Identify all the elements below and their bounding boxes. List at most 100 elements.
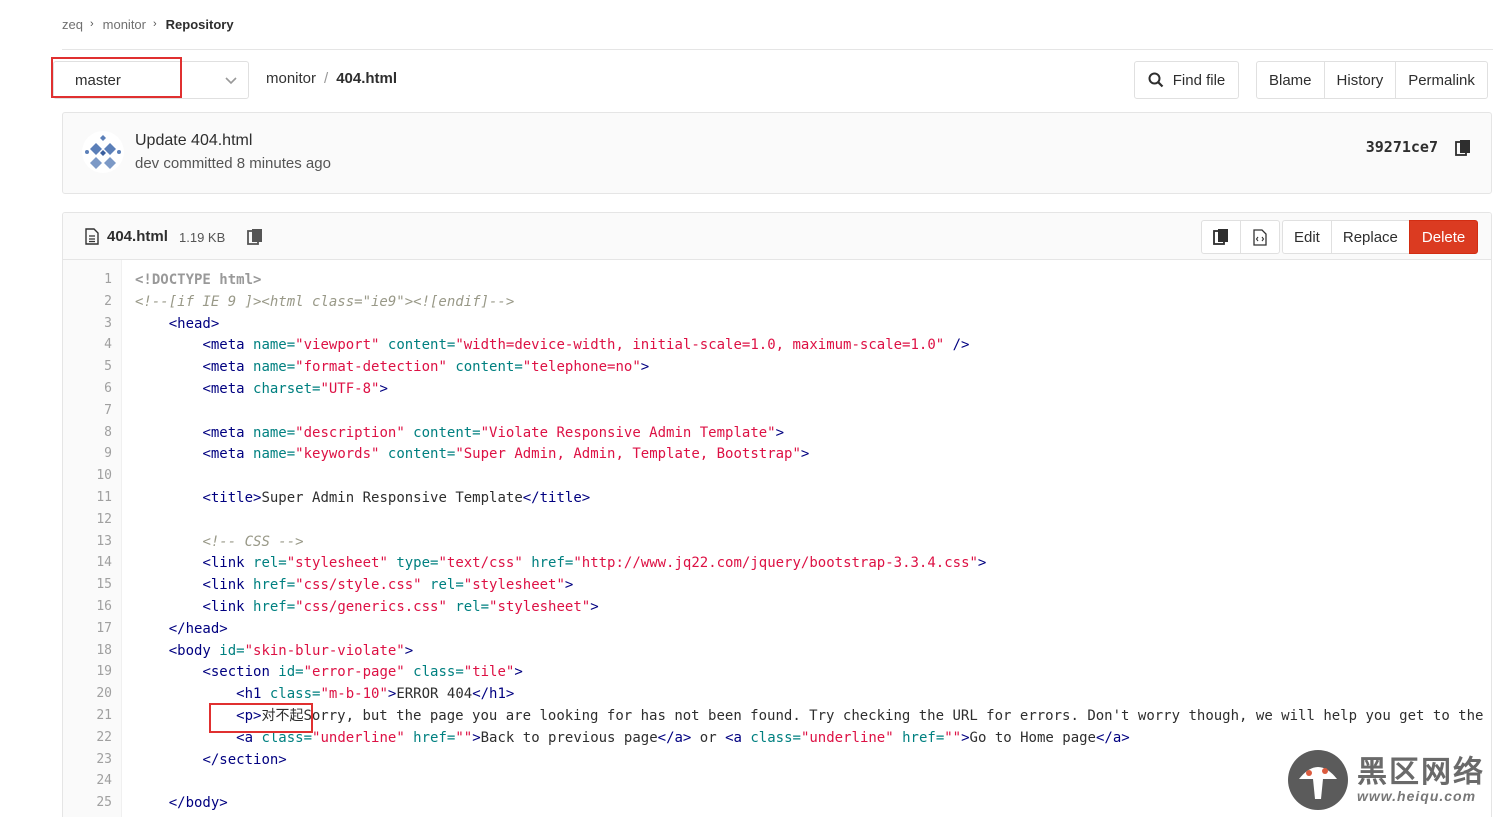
clipboard-icon xyxy=(1213,229,1228,245)
code-line: 25 </body> xyxy=(63,792,1491,814)
file-name: 404.html xyxy=(107,228,168,245)
code-line: 21 <p>对不起Sorry, but the page you are loo… xyxy=(63,705,1492,727)
code-line: 5 <meta name="format-detection" content=… xyxy=(63,356,1491,378)
clipboard-icon[interactable] xyxy=(247,228,263,246)
breadcrumb-zeq[interactable]: zeq xyxy=(62,17,83,32)
line-number[interactable]: 25 xyxy=(63,792,112,814)
code-line: 12 xyxy=(63,509,1491,531)
line-number[interactable]: 23 xyxy=(63,749,112,771)
line-number[interactable]: 24 xyxy=(63,770,112,792)
code-line: 24 xyxy=(63,770,1491,792)
code-text: <link rel="stylesheet" type="text/css" h… xyxy=(202,555,987,572)
breadcrumb: zeq › monitor › Repository xyxy=(62,14,234,34)
line-number[interactable]: 20 xyxy=(63,683,112,705)
path-repo-link[interactable]: monitor xyxy=(266,70,316,87)
line-number[interactable]: 3 xyxy=(63,313,112,335)
chevron-down-icon xyxy=(225,77,237,85)
breadcrumb-repository[interactable]: Repository xyxy=(166,17,234,32)
find-file-label: Find file xyxy=(1172,71,1226,89)
line-number[interactable]: 13 xyxy=(63,531,112,553)
line-number[interactable]: 15 xyxy=(63,574,112,596)
file-edit-actions: Edit Replace Delete xyxy=(1282,220,1479,254)
line-number[interactable]: 6 xyxy=(63,378,112,400)
line-number[interactable]: 5 xyxy=(63,356,112,378)
line-number[interactable]: 16 xyxy=(63,596,112,618)
edit-button[interactable]: Edit xyxy=(1282,220,1332,254)
code-text: </section> xyxy=(202,751,287,768)
copy-view-actions xyxy=(1201,220,1280,254)
code-text: <meta name="keywords" content="Super Adm… xyxy=(202,446,810,463)
code-text: <title>Super Admin Responsive Template</… xyxy=(202,490,591,506)
line-number[interactable]: 21 xyxy=(63,705,112,727)
line-number[interactable]: 11 xyxy=(63,487,112,509)
line-number[interactable]: 9 xyxy=(63,443,112,465)
history-button[interactable]: History xyxy=(1323,61,1397,99)
commit-sha[interactable]: 39271ce7 xyxy=(1366,138,1438,156)
code-line: 10 xyxy=(63,465,1491,487)
code-line: 11 <title>Super Admin Responsive Templat… xyxy=(63,487,1491,509)
line-number[interactable]: 17 xyxy=(63,618,112,640)
code-line: 8 <meta name="description" content="Viol… xyxy=(63,422,1491,444)
line-number[interactable]: 2 xyxy=(63,291,112,313)
line-number[interactable]: 22 xyxy=(63,727,112,749)
code-text: <link href="css/style.css" rel="styleshe… xyxy=(202,577,574,594)
code-text: <link href="css/generics.css" rel="style… xyxy=(202,599,599,615)
code-line: 19 <section id="error-page" class="tile"… xyxy=(63,661,1491,683)
code-text: <meta name="viewport" content="width=dev… xyxy=(202,337,970,354)
branch-value: master xyxy=(75,71,121,89)
file-header: 404.html 1.19 KB Edit Replace Delete xyxy=(63,213,1491,260)
header-divider xyxy=(62,49,1493,50)
code-line: 4 <meta name="viewport" content="width=d… xyxy=(63,334,1491,356)
permalink-button[interactable]: Permalink xyxy=(1395,61,1488,99)
branch-dropdown[interactable]: master xyxy=(53,61,249,99)
open-raw-button[interactable] xyxy=(1240,220,1280,254)
code-line: 1 <!DOCTYPE html> xyxy=(63,269,1491,291)
clipboard-icon[interactable] xyxy=(1455,139,1471,157)
file-viewer: 404.html 1.19 KB Edit Replace Delete 1 <… xyxy=(62,212,1492,817)
code-viewer[interactable]: 1 <!DOCTYPE html> 2 <!--[if IE 9 ]><html cl… xyxy=(63,260,1491,817)
code-text: <!--[if IE 9 ]><html class="ie9"><![endi… xyxy=(135,293,515,310)
line-number[interactable]: 7 xyxy=(63,400,112,422)
delete-button[interactable]: Delete xyxy=(1408,220,1479,254)
code-line: 15 <link href="css/style.css" rel="style… xyxy=(63,574,1491,596)
code-text: <meta charset="UTF-8"> xyxy=(202,381,388,397)
line-number[interactable]: 14 xyxy=(63,552,112,574)
line-number[interactable]: 1 xyxy=(63,269,112,291)
path-file-name: 404.html xyxy=(336,70,398,87)
code-text: <body id="skin-blur-violate"> xyxy=(168,642,414,659)
avatar[interactable] xyxy=(82,131,124,173)
path-separator: / xyxy=(324,70,329,87)
code-line: 18 <body id="skin-blur-violate"> xyxy=(63,640,1491,662)
code-text: <a class="underline" href="">Back to pre… xyxy=(236,729,1130,746)
code-line: 22 <a class="underline" href="">Back to … xyxy=(63,727,1491,749)
last-commit-panel: Update 404.html dev committed 8 minutes … xyxy=(62,112,1492,194)
watermark-chinese-text: 黑区网络 xyxy=(1357,755,1485,789)
code-text: </head> xyxy=(168,620,228,637)
code-line: 23 </section> xyxy=(63,749,1491,771)
replace-button[interactable]: Replace xyxy=(1330,220,1410,254)
code-text: <h1 class="m-b-10">ERROR 404</h1> xyxy=(236,686,515,703)
copy-source-button[interactable] xyxy=(1201,220,1241,254)
line-number[interactable]: 4 xyxy=(63,334,112,356)
code-text: <meta name="format-detection" content="t… xyxy=(202,359,650,376)
code-line: 6 <meta charset="UTF-8"> xyxy=(63,378,1491,400)
code-text: <!DOCTYPE html> xyxy=(135,272,262,288)
blame-button[interactable]: Blame xyxy=(1256,61,1325,99)
line-number[interactable]: 8 xyxy=(63,422,112,444)
line-number[interactable]: 18 xyxy=(63,640,112,662)
line-number[interactable]: 12 xyxy=(63,509,112,531)
code-text: <!-- CSS --> xyxy=(202,533,304,550)
watermark-url: www.heiqu.com xyxy=(1357,787,1477,804)
code-line: 13 <!-- CSS --> xyxy=(63,531,1491,553)
code-line: 9 <meta name="keywords" content="Super A… xyxy=(63,443,1491,465)
code-line: 3 <head> xyxy=(63,313,1491,335)
line-number[interactable]: 19 xyxy=(63,661,112,683)
code-line: 16 <link href="css/generics.css" rel="st… xyxy=(63,596,1491,618)
line-number[interactable]: 10 xyxy=(63,465,112,487)
file-size: 1.19 KB xyxy=(179,230,226,245)
breadcrumb-monitor[interactable]: monitor xyxy=(103,17,146,32)
code-text: <p>对不起Sorry, but the page you are lookin… xyxy=(236,708,1492,724)
find-file-button[interactable]: Find file xyxy=(1134,61,1239,99)
commit-title-link[interactable]: Update 404.html xyxy=(135,132,252,150)
raw-file-icon xyxy=(1253,228,1267,246)
